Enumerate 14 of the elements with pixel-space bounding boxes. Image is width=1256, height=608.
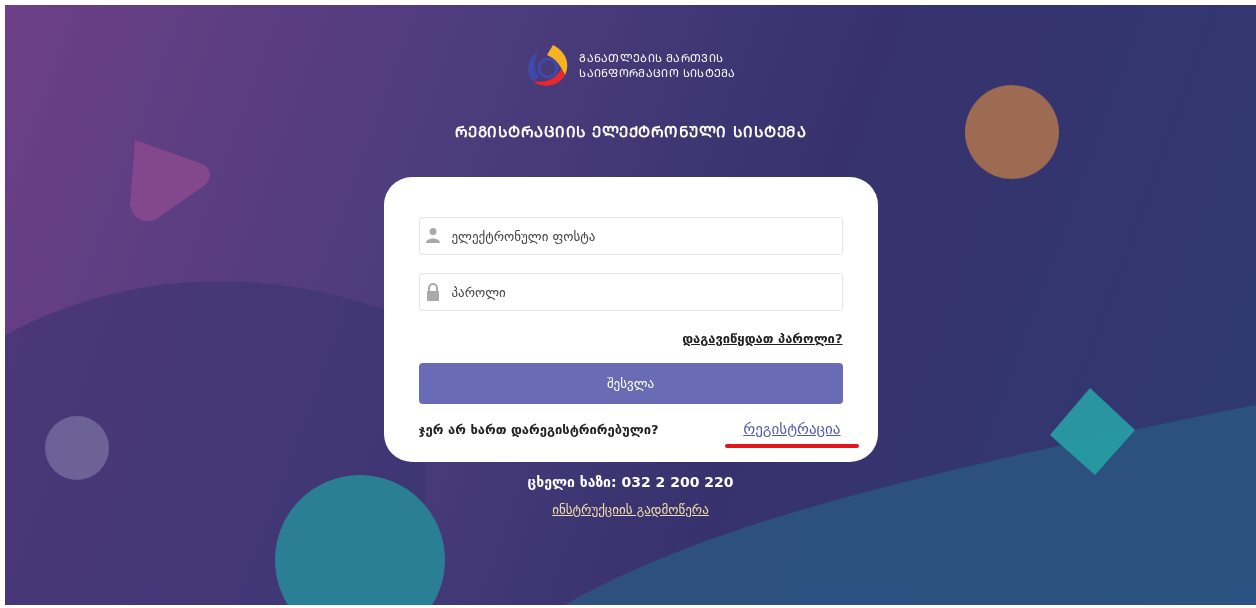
hotline-text: ცხელი ხაზი: 032 2 200 220 [527, 474, 734, 490]
register-prompt: ჯერ არ ხართ დარეგისტრირებული? [418, 421, 659, 437]
circle-shape [45, 416, 109, 480]
user-icon [424, 227, 441, 243]
logo-text: ᲒᲐᲜᲐᲗᲚᲔᲑᲘᲡ ᲛᲐᲠᲗᲕᲘᲡ [579, 51, 725, 66]
logo-text: ᲡᲐᲘᲜᲤᲝᲠᲛᲐᲪᲘᲝ ᲡᲘᲡᲢᲔᲛᲐ [579, 66, 736, 81]
lock-icon [424, 283, 441, 301]
page-title: ᲠᲔᲒᲘᲡᲢᲠᲐᲪᲘᲘᲡ ᲔᲚᲔᲥᲢᲠᲝᲜᲣᲚᲘ ᲡᲘᲡᲢᲔᲛᲐ [454, 122, 807, 141]
login-button[interactable]: შესვლა [418, 363, 843, 404]
email-field[interactable]: ელექტრონული ფოსტა [418, 217, 843, 255]
forgot-password-link[interactable]: დაგავიწყდათ პაროლი? [682, 331, 843, 346]
instructions-download-link[interactable]: ინსტრუქციის გადმოწერა [552, 502, 709, 517]
register-link[interactable]: რეგისტრაცია [743, 420, 841, 438]
password-field[interactable]: პაროლი [418, 273, 843, 311]
